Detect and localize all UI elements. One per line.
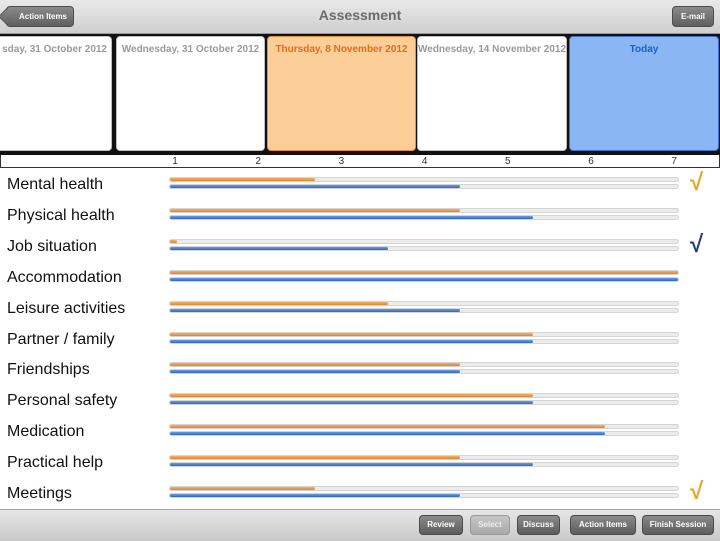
current-rating-slider-fill [170, 432, 606, 436]
previous-rating-bar [169, 362, 679, 368]
domain-row[interactable]: Mental health √ [0, 169, 720, 204]
previous-rating-bar [169, 455, 679, 461]
previous-rating-bar [169, 269, 679, 275]
session-date-label: Wednesday, 31 October 2012 [121, 44, 260, 55]
current-rating-slider-fill [170, 185, 461, 188]
session-card-1[interactable]: sday, 31 October 2012 [0, 36, 112, 151]
scale-tick-4: 4 [421, 156, 428, 167]
session-date-label: sday, 31 October 2012 [2, 44, 107, 55]
domain-label: Accommodation [7, 268, 122, 286]
current-rating-slider-fill [170, 494, 461, 497]
scale-tick-1: 1 [172, 156, 178, 167]
scale-tick-7: 7 [671, 156, 677, 167]
domain-label: Job situation [7, 237, 97, 255]
previous-rating-bar-fill [170, 456, 461, 460]
previous-rating-bar-fill [170, 178, 316, 181]
domain-row[interactable]: Practical help [0, 451, 720, 482]
current-rating-slider[interactable] [169, 462, 679, 468]
current-rating-slider-fill [170, 401, 533, 405]
current-rating-slider[interactable] [169, 276, 679, 282]
domain-label: Physical health [7, 206, 115, 224]
domain-label: Personal safety [7, 392, 118, 410]
previous-rating-bar-fill [170, 363, 461, 367]
previous-rating-bar-fill [170, 332, 533, 336]
previous-rating-bar-fill [170, 270, 678, 274]
domain-label: Mental health [7, 176, 104, 193]
domain-row[interactable]: Job situation √ [0, 230, 720, 266]
current-rating-slider-fill [170, 308, 461, 312]
current-rating-slider[interactable] [169, 369, 679, 375]
current-rating-slider[interactable] [169, 493, 679, 498]
previous-rating-bar-fill [170, 208, 461, 212]
current-rating-slider[interactable] [169, 245, 679, 251]
previous-rating-bar-fill [170, 239, 178, 243]
session-date-label: Thursday, 8 November 2012 [275, 44, 408, 55]
previous-rating-bar [169, 238, 679, 244]
current-rating-slider-fill [170, 215, 533, 219]
page-title: Assessment [318, 7, 402, 23]
current-rating-slider[interactable] [169, 214, 679, 220]
previous-rating-bar [169, 207, 679, 213]
select-button[interactable]: Select [470, 515, 510, 535]
domain-label: Leisure activities [7, 299, 126, 317]
previous-rating-bar-fill [170, 425, 606, 429]
session-card-5[interactable]: Today [569, 36, 719, 151]
navy-check-icon: √ [690, 230, 704, 258]
current-rating-slider-fill [170, 277, 678, 281]
gold-check-icon: √ [690, 169, 704, 196]
gold-check-icon: √ [690, 478, 704, 505]
current-rating-slider[interactable] [169, 338, 679, 344]
previous-rating-bar [169, 393, 679, 399]
domain-row[interactable]: Partner / family [0, 328, 720, 359]
previous-rating-bar-fill [170, 394, 533, 398]
previous-rating-bar-fill [170, 487, 316, 490]
current-rating-slider[interactable] [169, 431, 679, 437]
domain-label: Practical help [7, 454, 104, 472]
current-rating-slider-fill [170, 370, 461, 374]
scale-tick-2: 2 [255, 156, 261, 167]
session-card-2[interactable]: Wednesday, 31 October 2012 [116, 36, 265, 151]
previous-rating-bar [169, 177, 679, 182]
previous-rating-bar [169, 331, 679, 337]
domain-label: Medication [7, 423, 85, 441]
domain-label: Partner / family [7, 330, 115, 348]
bottom-toolbar: Review Select Discuss Action Items Finish Se… [0, 509, 720, 541]
domain-row[interactable]: Friendships [0, 358, 720, 389]
scale-tick-3: 3 [338, 156, 345, 167]
current-rating-slider-fill [170, 463, 533, 467]
domain-label: Meetings [7, 485, 72, 502]
previous-rating-bar [169, 486, 679, 491]
review-button[interactable]: Review [419, 515, 463, 535]
session-date-label: Today [629, 44, 659, 55]
current-rating-slider[interactable] [169, 400, 679, 406]
domain-row[interactable]: Physical health [0, 204, 720, 235]
discuss-button[interactable]: Discuss [517, 515, 560, 535]
session-card-4[interactable]: Wednesday, 14 November 2012 [417, 36, 567, 151]
current-rating-slider-fill [170, 339, 533, 343]
domain-label: Friendships [7, 361, 90, 379]
scale-ruler: 1 2 3 4 5 6 7 [0, 155, 720, 168]
current-rating-slider[interactable] [169, 184, 679, 189]
navigation-bar: Action Items Assessment E-mail [0, 0, 720, 34]
previous-rating-bar [169, 300, 679, 306]
domain-row[interactable]: Accommodation [0, 266, 720, 297]
scale-tick-5: 5 [505, 156, 511, 167]
current-rating-slider-fill [170, 246, 388, 250]
domain-row[interactable]: Medication [0, 420, 720, 451]
domain-row[interactable]: Leisure activities [0, 297, 720, 328]
session-timeline: sday, 31 October 2012 Wednesday, 31 Octob… [0, 34, 720, 155]
finish-session-button[interactable]: Finish Session [642, 515, 714, 535]
action-items-button[interactable]: Action Items [570, 515, 636, 535]
session-card-3[interactable]: Thursday, 8 November 2012 [267, 36, 416, 151]
scale-tick-6: 6 [588, 156, 594, 167]
previous-rating-bar [169, 424, 679, 430]
session-date-label: Wednesday, 14 November 2012 [418, 44, 567, 55]
email-button[interactable]: E-mail [671, 6, 714, 27]
previous-rating-bar-fill [170, 301, 388, 305]
domain-row[interactable]: Personal safety [0, 389, 720, 420]
current-rating-slider[interactable] [169, 307, 679, 313]
